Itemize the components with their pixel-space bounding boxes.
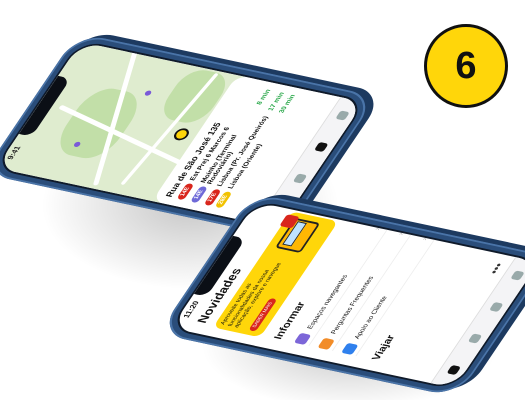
chevron-right-icon: ›	[395, 231, 406, 236]
chevron-right-icon: ›	[371, 226, 382, 231]
route-eta: 8 min	[255, 88, 273, 106]
map-stop-dot[interactable]	[143, 90, 153, 97]
tab-search-icon[interactable]	[467, 333, 482, 344]
tab-home-icon[interactable]	[445, 364, 461, 376]
status-time: 9:41	[5, 145, 23, 161]
tab-routes-icon[interactable]	[488, 301, 504, 313]
tab-profile-icon[interactable]	[509, 270, 525, 281]
step-number-badge: 6	[424, 24, 508, 108]
section-viajar: Viajar	[370, 334, 398, 362]
promo-stage: 9:41 Rua de São José 135 14E Est Prej 6 M…	[0, 0, 525, 400]
chevron-right-icon: ›	[419, 236, 429, 241]
tab-routes-icon[interactable]	[313, 141, 329, 153]
question-icon	[317, 337, 335, 350]
step-number: 6	[455, 44, 477, 87]
navigation-icon	[293, 332, 312, 345]
location-pin-icon[interactable]	[171, 127, 192, 142]
tab-profile-icon[interactable]	[334, 110, 350, 121]
chat-icon	[340, 342, 359, 356]
tab-search-icon[interactable]	[292, 173, 307, 184]
